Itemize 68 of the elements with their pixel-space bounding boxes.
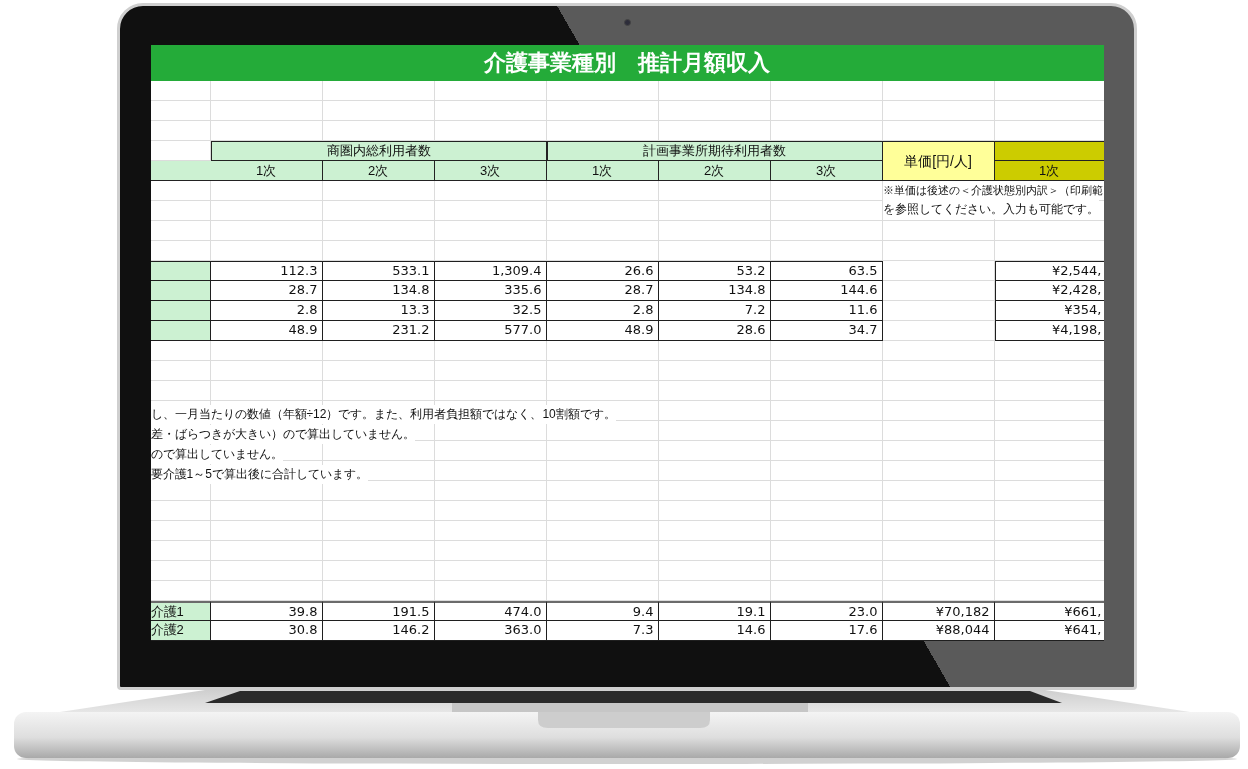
column-header: 1次 (210, 161, 323, 181)
number-cell: 28.7 (210, 281, 323, 301)
column-header: 1次 (994, 161, 1104, 181)
number-cell: 39.8 (210, 601, 323, 621)
number-cell: 32.5 (434, 301, 547, 321)
footnote-text: 差・ばらつきが大きい）ので算出していません。 (150, 425, 415, 444)
footnote-text: 要介護1～5で算出後に合計しています。 (150, 465, 368, 484)
number-cell: 7.3 (546, 621, 659, 641)
amount-cell: ¥354, (994, 301, 1104, 321)
unit-price-header: 単価[円/人] (882, 141, 995, 181)
number-cell: 11.6 (770, 301, 883, 321)
sheet-title: 介護事業種別 推計月額収入 (150, 45, 1104, 81)
number-cell: 13.3 (322, 301, 435, 321)
number-cell: 53.2 (658, 261, 771, 281)
column-header: 2次 (322, 161, 435, 181)
number-cell: 231.2 (322, 321, 435, 341)
number-cell: 144.6 (770, 281, 883, 301)
column-header: 2次 (658, 161, 771, 181)
amount-cell: ¥2,544, (994, 261, 1104, 281)
number-cell: 191.5 (322, 601, 435, 621)
number-cell: 30.8 (210, 621, 323, 641)
number-cell: 28.7 (546, 281, 659, 301)
row-header-cell (150, 261, 211, 281)
number-cell: 112.3 (210, 261, 323, 281)
amount-cell: ¥2,428, (994, 281, 1104, 301)
number-cell: 9.4 (546, 601, 659, 621)
row-header-cell (150, 301, 211, 321)
number-cell: 7.2 (658, 301, 771, 321)
number-cell: 533.1 (322, 261, 435, 281)
number-cell: 134.8 (322, 281, 435, 301)
note-text: ※単価は後述の＜介護状態別内訳＞（印刷範 (882, 181, 1103, 200)
column-group-header: 計画事業所期待利用者数 (546, 141, 883, 161)
row-label: 介護1 (150, 601, 211, 621)
note-text: を参照してください。入力も可能です。 (882, 200, 1099, 219)
number-cell: 363.0 (434, 621, 547, 641)
row-header-cell (150, 161, 211, 181)
amount-cell: ¥661, (994, 601, 1104, 621)
number-cell: 2.8 (210, 301, 323, 321)
row-header-cell (150, 321, 211, 341)
camera-icon (623, 19, 631, 26)
number-cell: 26.6 (546, 261, 659, 281)
number-cell: 577.0 (434, 321, 547, 341)
number-cell: 19.1 (658, 601, 771, 621)
number-cell: 48.9 (546, 321, 659, 341)
column-group-header: 商圏内総利用者数 (210, 141, 547, 161)
number-cell: 17.6 (770, 621, 883, 641)
amount-cell: ¥4,198, (994, 321, 1104, 341)
unit-price-cell: ¥88,044 (882, 621, 995, 641)
number-cell: 34.7 (770, 321, 883, 341)
number-cell: 28.6 (658, 321, 771, 341)
column-header: 1次 (546, 161, 659, 181)
row-header-cell (150, 281, 211, 301)
footnote-text: ので算出していません。 (150, 445, 283, 464)
footnote-text: し、一月当たりの数値（年額÷12）です。また、利用者負担額ではなく、10割額です。 (150, 405, 616, 424)
column-header: 3次 (434, 161, 547, 181)
row-label: 介護2 (150, 621, 211, 641)
number-cell: 134.8 (658, 281, 771, 301)
number-cell: 14.6 (658, 621, 771, 641)
number-cell: 474.0 (434, 601, 547, 621)
number-cell: 63.5 (770, 261, 883, 281)
number-cell: 1,309.4 (434, 261, 547, 281)
number-cell: 146.2 (322, 621, 435, 641)
number-cell: 48.9 (210, 321, 323, 341)
number-cell: 335.6 (434, 281, 547, 301)
number-cell: 23.0 (770, 601, 883, 621)
column-header: 3次 (770, 161, 883, 181)
number-cell: 2.8 (546, 301, 659, 321)
unit-price-cell: ¥70,182 (882, 601, 995, 621)
